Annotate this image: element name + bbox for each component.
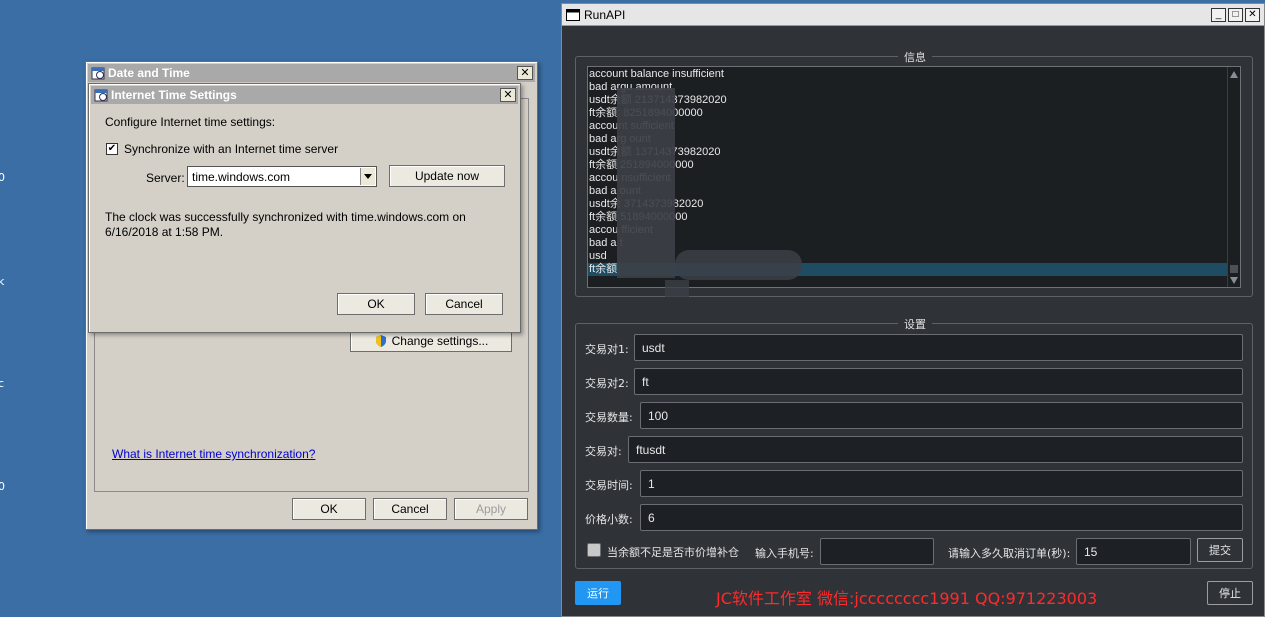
- pair2-label: 交易对2:: [585, 377, 629, 390]
- pair1-input[interactable]: usdt: [634, 334, 1243, 361]
- scroll-up-icon[interactable]: [1230, 71, 1238, 78]
- watermark-text: JC软件工作室 微信:jcccccccc1991 QQ:971223003: [716, 589, 1098, 608]
- log-line[interactable]: bad a ount: [588, 185, 1227, 198]
- scroll-thumb[interactable]: [1230, 265, 1238, 273]
- cancel-seconds-input[interactable]: 15: [1076, 538, 1191, 565]
- apply-button: Apply: [454, 498, 528, 520]
- close-icon[interactable]: ✕: [517, 66, 533, 80]
- redaction-blur: [617, 88, 675, 278]
- desktop-edge-label: k: [0, 275, 5, 288]
- cancel-button[interactable]: Cancel: [373, 498, 447, 520]
- desktop-edge-label: c: [0, 377, 5, 390]
- chevron-down-icon[interactable]: [360, 168, 375, 185]
- log-line[interactable]: usdt余 3714373982020: [588, 198, 1227, 211]
- cancel-seconds-label: 请输入多久取消订单(秒):: [948, 547, 1071, 560]
- close-icon[interactable]: ✕: [500, 88, 516, 102]
- server-value: time.windows.com: [192, 170, 291, 184]
- trade-pair-label: 交易对:: [585, 445, 622, 458]
- sync-checkbox[interactable]: ✔: [106, 143, 118, 155]
- log-line[interactable]: account balance insufficient: [588, 68, 1227, 81]
- stop-button[interactable]: 停止: [1207, 581, 1253, 605]
- runapi-titlebar[interactable]: RunAPI _ □ ✕: [562, 4, 1264, 26]
- close-icon[interactable]: ✕: [1245, 8, 1260, 22]
- log-line[interactable]: usdt余额 213714373982020: [588, 94, 1227, 107]
- log-line[interactable]: bad arg ount: [588, 133, 1227, 146]
- log-line[interactable]: account sufficient: [588, 120, 1227, 133]
- log-scrollbar[interactable]: [1227, 67, 1240, 287]
- submit-button[interactable]: 提交: [1197, 538, 1243, 562]
- minimize-icon[interactable]: _: [1211, 8, 1226, 22]
- runapi-title: RunAPI: [584, 7, 626, 22]
- ok-button[interactable]: OK: [292, 498, 366, 520]
- pair2-input[interactable]: ft: [634, 368, 1243, 395]
- cancel-button[interactable]: Cancel: [425, 293, 503, 315]
- desktop-edge-label: 0: [0, 480, 5, 493]
- log-line[interactable]: accou fficient: [588, 224, 1227, 237]
- server-combobox[interactable]: time.windows.com: [187, 166, 377, 187]
- log-line[interactable]: usdt余额 13714373982020: [588, 146, 1227, 159]
- server-label: Server:: [146, 171, 185, 185]
- trade-pair-input[interactable]: ftusdt: [628, 436, 1243, 463]
- trade-time-label: 交易时间:: [585, 479, 633, 492]
- shield-icon: [375, 335, 386, 347]
- settings-group-title: 设置: [898, 316, 932, 332]
- clock-calendar-icon: [91, 67, 105, 80]
- sync-checkbox-label: Synchronize with an Internet time server: [124, 142, 339, 156]
- market-fill-checkbox[interactable]: [587, 543, 601, 557]
- log-line[interactable]: ft余额 251894000000: [588, 159, 1227, 172]
- quantity-label: 交易数量:: [585, 411, 633, 424]
- log-lines: account balance insufficient bad argu amo…: [588, 68, 1227, 276]
- phone-input[interactable]: [820, 538, 934, 565]
- info-group-title: 信息: [898, 49, 932, 65]
- redaction-blur: [665, 280, 689, 297]
- price-decimals-label: 价格小数:: [585, 513, 633, 526]
- sync-status-line1: The clock was successfully synchronized …: [105, 210, 466, 224]
- clock-calendar-icon: [94, 89, 108, 102]
- run-button[interactable]: 运行: [575, 581, 621, 605]
- trade-time-input[interactable]: 1: [640, 470, 1243, 497]
- date-time-title: Date and Time: [108, 66, 190, 80]
- scroll-down-icon[interactable]: [1230, 277, 1238, 284]
- log-line[interactable]: bad argu amount: [588, 81, 1227, 94]
- change-settings-button[interactable]: Change settings...: [350, 330, 512, 352]
- app-icon: [566, 8, 580, 21]
- configure-heading: Configure Internet time settings:: [105, 115, 276, 129]
- internet-time-titlebar[interactable]: Internet Time Settings: [91, 86, 518, 104]
- change-settings-label: Change settings...: [391, 334, 489, 348]
- quantity-input[interactable]: 100: [640, 402, 1243, 429]
- desktop-edge-label: 0: [0, 171, 5, 184]
- redaction-blur: [675, 250, 802, 280]
- market-fill-label: 当余额不足是否市价增补仓: [607, 546, 739, 559]
- log-line[interactable]: ft余额: 8251894000000: [588, 107, 1227, 120]
- log-line[interactable]: bad a t: [588, 237, 1227, 250]
- ok-button[interactable]: OK: [337, 293, 415, 315]
- help-link[interactable]: What is Internet time synchronization?: [112, 447, 315, 461]
- pair1-label: 交易对1:: [585, 343, 629, 356]
- log-line[interactable]: accou nsufficient: [588, 172, 1227, 185]
- price-decimals-input[interactable]: 6: [640, 504, 1243, 531]
- log-line[interactable]: ft余额 51894000000: [588, 211, 1227, 224]
- phone-label: 输入手机号:: [755, 547, 814, 560]
- date-time-titlebar[interactable]: Date and Time: [88, 64, 535, 82]
- maximize-icon[interactable]: □: [1228, 8, 1243, 22]
- internet-time-title: Internet Time Settings: [111, 88, 237, 102]
- sync-status-line2: 6/16/2018 at 1:58 PM.: [105, 225, 224, 239]
- update-now-button[interactable]: Update now: [389, 165, 505, 187]
- internet-time-dialog: Internet Time Settings ✕ Configure Inter…: [88, 83, 521, 333]
